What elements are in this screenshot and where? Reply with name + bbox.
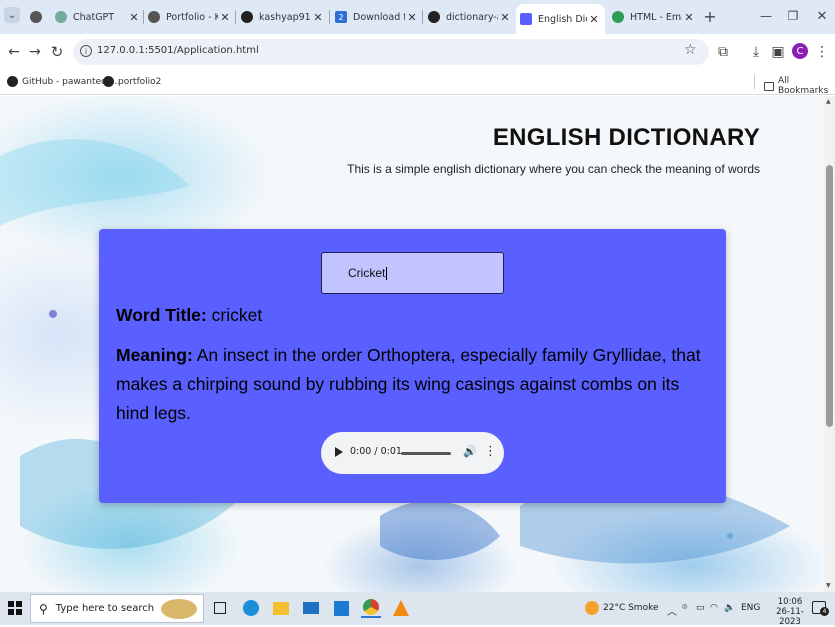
notification-badge: 4 <box>820 607 829 616</box>
profile-avatar[interactable]: C <box>792 43 808 59</box>
vscode-icon[interactable] <box>331 598 351 618</box>
dictionary-card: Cricket Word Title: cricket Meaning: An … <box>99 229 726 503</box>
bookmarks-bar: GitHub - pawantech... portfolio2 All Boo… <box>0 70 835 96</box>
tab-strip: ⌄ ChatGPT ✕ Portfolio - Kashyap ✕ kashya… <box>0 0 835 34</box>
close-icon[interactable]: ✕ <box>311 11 325 24</box>
search-highlight-icon <box>161 599 197 619</box>
close-icon[interactable]: ✕ <box>218 11 232 24</box>
word-title-value: cricket <box>211 305 263 325</box>
audio-player: 0:00 / 0:01 🔊 ⋮ <box>321 432 504 474</box>
pinned-tab-icon[interactable] <box>30 11 42 23</box>
play-icon[interactable] <box>335 447 343 457</box>
close-icon[interactable]: ✕ <box>587 13 601 26</box>
github-icon <box>428 11 440 23</box>
meaning-line: Meaning: An insect in the order Orthopte… <box>116 341 716 428</box>
tab-english-dictionary[interactable]: English Dictionary ✕ <box>516 4 605 34</box>
close-window-button[interactable]: ✕ <box>812 6 832 26</box>
scroll-up-icon[interactable]: ▲ <box>826 98 831 105</box>
github-icon <box>7 76 18 87</box>
tab-portfolio[interactable]: Portfolio - Kashyap ✕ <box>148 6 232 28</box>
restore-button[interactable]: ❐ <box>783 6 803 26</box>
speaker-icon[interactable]: 🔈 <box>724 603 735 613</box>
globe-icon <box>148 11 160 23</box>
star-icon[interactable]: ☆ <box>684 42 697 58</box>
audio-progress-track[interactable] <box>401 452 451 455</box>
wifi-icon[interactable]: ◠ <box>710 603 718 613</box>
download-icon[interactable]: ⤓ <box>746 42 766 62</box>
volume-icon[interactable]: 🔊 <box>463 445 477 458</box>
scrollbar-thumb[interactable] <box>826 165 833 427</box>
folder-icon <box>764 81 774 91</box>
reload-icon[interactable]: ↻ <box>47 42 67 62</box>
page-title: ENGLISH DICTIONARY <box>492 124 760 151</box>
search-input[interactable]: Cricket <box>321 252 504 294</box>
taskbar-search-box[interactable]: ⚲ Type here to search <box>30 594 204 623</box>
tab-chatgpt[interactable]: ChatGPT ✕ <box>55 6 141 28</box>
scroll-down-icon[interactable]: ▼ <box>826 582 831 589</box>
all-bookmarks-button[interactable]: All Bookmarks <box>764 76 835 96</box>
page-subtitle: This is a simple english dictionary wher… <box>347 162 760 176</box>
meaning-label: Meaning: <box>116 345 193 365</box>
windows-start-icon[interactable] <box>5 598 25 618</box>
extensions-icon[interactable]: ⧉ <box>713 42 733 62</box>
language-indicator[interactable]: ENG <box>741 603 760 613</box>
back-arrow-icon[interactable]: ← <box>4 42 24 62</box>
taskbar: ⚲ Type here to search 22°C Smoke ︿ ⌾ ▭ ◠… <box>0 592 835 627</box>
side-panel-icon[interactable]: ▣ <box>768 42 788 62</box>
tab-html-email[interactable]: HTML - Email ✕ <box>612 6 696 28</box>
tab-dictionary-app[interactable]: dictionary-app ✕ <box>428 6 512 28</box>
edge-browser-icon[interactable] <box>241 598 261 618</box>
clock-date: 26-11-2023 <box>776 607 804 627</box>
weather-text[interactable]: 22°C Smoke <box>603 603 659 613</box>
network-icon[interactable]: ⌾ <box>682 603 687 613</box>
meaning-value: An insect in the order Orthoptera, espec… <box>116 345 701 423</box>
bookmark-portfolio2[interactable]: portfolio2 <box>103 76 161 87</box>
chatgpt-icon <box>55 11 67 23</box>
download-icon: 2 <box>335 11 347 23</box>
taskbar-search-placeholder: Type here to search <box>55 603 155 614</box>
app-icon <box>520 13 532 25</box>
word-title-label: Word Title: <box>116 305 207 325</box>
toolbar: ← → ↻ i 127.0.0.1:5501/Application.html … <box>0 34 835 70</box>
tab-download-file[interactable]: 2 Download file ✕ <box>335 6 419 28</box>
more-options-icon[interactable]: ⋮ <box>484 444 497 459</box>
github-icon <box>241 11 253 23</box>
weather-icon[interactable] <box>585 601 599 615</box>
site-info-icon[interactable]: i <box>80 45 92 57</box>
close-icon[interactable]: ✕ <box>682 11 696 24</box>
chrome-icon[interactable] <box>361 598 381 618</box>
close-icon[interactable]: ✕ <box>498 11 512 24</box>
word-title-line: Word Title: cricket <box>116 305 262 326</box>
vertical-scrollbar[interactable]: ▲ ▼ <box>824 96 835 592</box>
page-content: ENGLISH DICTIONARY This is a simple engl… <box>0 96 824 592</box>
vlc-icon[interactable] <box>391 598 411 618</box>
forward-arrow-icon[interactable]: → <box>25 42 45 62</box>
file-explorer-icon[interactable] <box>271 598 291 618</box>
tab-github-kashyap[interactable]: kashyap9188/C ✕ <box>241 6 325 28</box>
clock[interactable]: 10:06 26-11-2023 <box>766 597 814 627</box>
minimize-button[interactable]: — <box>756 6 776 26</box>
chevron-up-icon[interactable]: ︿ <box>667 603 677 618</box>
address-bar[interactable]: i 127.0.0.1:5501/Application.html ☆ <box>73 39 709 65</box>
url-text[interactable]: 127.0.0.1:5501/Application.html <box>97 45 259 56</box>
new-tab-button[interactable]: + <box>700 6 720 26</box>
notification-icon[interactable]: 4 <box>812 601 829 616</box>
battery-icon[interactable]: ▭ <box>696 603 705 613</box>
clock-time: 10:06 <box>777 597 803 607</box>
search-icon: ⚲ <box>39 601 48 616</box>
menu-kebab-icon[interactable]: ⋮ <box>812 42 832 62</box>
close-icon[interactable]: ✕ <box>405 11 419 24</box>
tab-search-button[interactable]: ⌄ <box>4 7 20 23</box>
site-icon <box>612 11 624 23</box>
search-input-value: Cricket <box>348 266 386 280</box>
task-view-icon[interactable] <box>210 598 230 618</box>
mail-icon[interactable] <box>301 598 321 618</box>
audio-time: 0:00 / 0:01 <box>350 446 402 457</box>
close-icon[interactable]: ✕ <box>127 11 141 24</box>
text-caret <box>386 266 388 280</box>
github-icon <box>103 76 114 87</box>
